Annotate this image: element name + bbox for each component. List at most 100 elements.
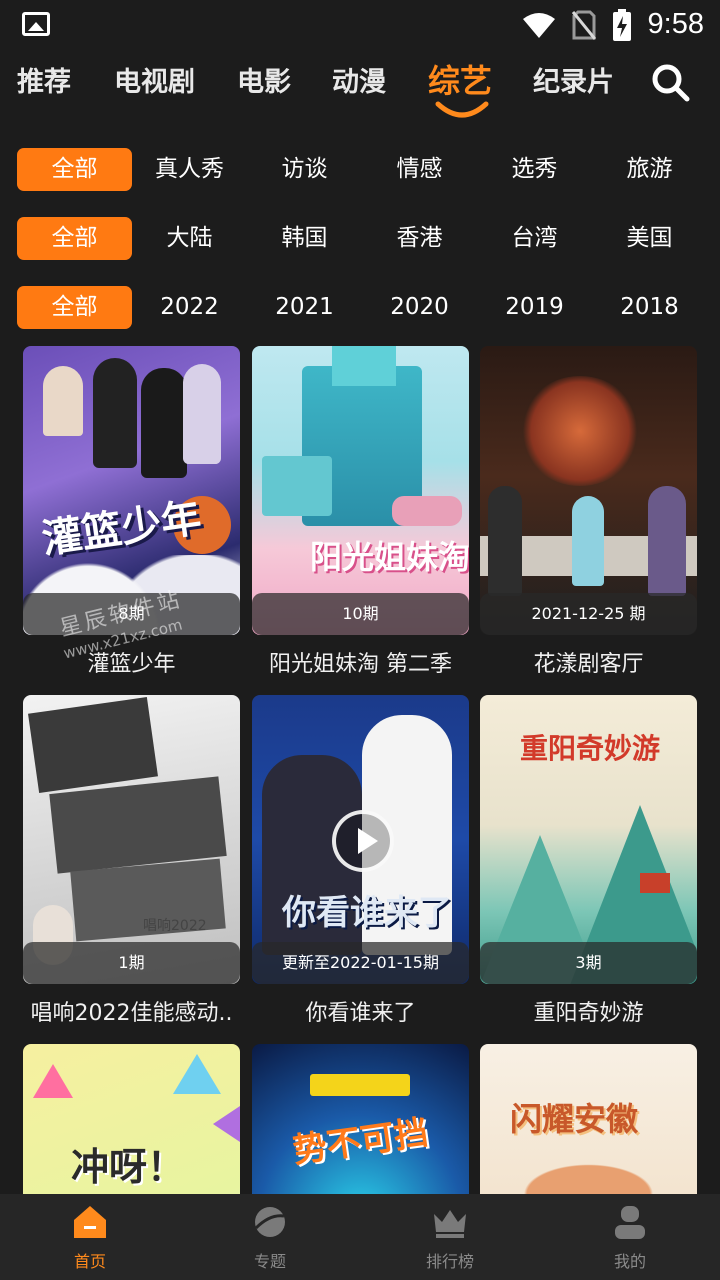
person-figure <box>93 358 137 468</box>
play-icon[interactable] <box>332 810 394 872</box>
show-card[interactable]: 2021-12-25 期 花漾剧客厅 <box>480 346 697 677</box>
filter-region-mainland[interactable]: 大陆 <box>132 217 247 260</box>
show-card[interactable]: 势不可挡 <box>252 1044 469 1194</box>
bottom-nav-label: 专题 <box>253 1252 286 1271</box>
bottom-nav-ranking[interactable]: 排行榜 <box>360 1194 540 1280</box>
bottom-nav-label: 排行榜 <box>425 1252 474 1271</box>
bottom-nav-profile[interactable]: 我的 <box>540 1194 720 1280</box>
filter-year-2022[interactable]: 2022 <box>132 286 247 329</box>
poster-title-art: 闪耀安徽 <box>510 1100 639 1138</box>
bottom-nav-label: 首页 <box>73 1252 106 1271</box>
bottom-nav-topics[interactable]: 专题 <box>180 1194 360 1280</box>
poster-image[interactable]: 2021-12-25 期 <box>480 346 697 635</box>
category-tabs: 推荐 电视剧 电影 动漫 综艺 纪录片 <box>0 56 720 120</box>
show-title: 重阳奇妙游 <box>533 1001 644 1026</box>
filter-row-region: 全部 大陆 韩国 香港 台湾 美国 <box>17 217 707 261</box>
show-card[interactable]: 冲呀！ <box>23 1044 240 1194</box>
filter-year-2018[interactable]: 2018 <box>592 286 707 329</box>
filter-type-talent[interactable]: 选秀 <box>477 148 592 191</box>
episode-badge: 3期 <box>480 942 697 984</box>
show-title: 花漾剧客厅 <box>533 652 644 677</box>
episode-badge: 2021-12-25 期 <box>480 593 697 635</box>
show-card[interactable]: 你看谁来了 更新至2022-01-15期 你看谁来了 <box>252 695 469 1026</box>
show-title: 灌篮少年 <box>87 652 176 677</box>
show-card[interactable]: 阳光姐妹淘 10期 阳光姐妹淘 第二季 <box>252 346 469 677</box>
filter-region-taiwan[interactable]: 台湾 <box>477 217 592 260</box>
filter-type-travel[interactable]: 旅游 <box>592 148 707 191</box>
tab-documentary[interactable]: 纪录片 <box>533 60 614 99</box>
poster-title-art: 唱响2022 <box>143 918 207 934</box>
episode-badge: 1期 <box>23 942 240 984</box>
person-figure <box>488 486 522 596</box>
battery-charging-icon <box>612 8 631 41</box>
poster-title-art: 重阳奇妙游 <box>520 732 661 765</box>
poster-title-art: 你看谁来了 <box>282 893 452 933</box>
filter-region-hongkong[interactable]: 香港 <box>362 217 477 260</box>
episode-badge: 10期 <box>252 593 469 635</box>
poster-image[interactable]: 唱响2022 1期 <box>23 695 240 984</box>
pavilion-graphic <box>640 873 670 893</box>
tab-tv-series[interactable]: 电视剧 <box>114 60 195 99</box>
bottom-navigation: 首页 专题 排行榜 我的 <box>0 1194 720 1280</box>
clock: 9:58 <box>647 8 704 40</box>
wifi-icon <box>522 12 555 38</box>
tab-movies[interactable]: 电影 <box>237 60 291 99</box>
filter-type-all[interactable]: 全部 <box>17 148 132 191</box>
show-card[interactable]: 重阳奇妙游 3期 重阳奇妙游 <box>480 695 697 1026</box>
poster-image[interactable]: 灌篮少年 8期 <box>23 346 240 635</box>
arch-graphic <box>480 1144 697 1194</box>
tree-graphic <box>520 376 640 486</box>
tab-variety[interactable]: 综艺 <box>428 56 492 102</box>
filter-region-usa[interactable]: 美国 <box>592 217 707 260</box>
brand-logo <box>310 1074 410 1096</box>
filter-year-2019[interactable]: 2019 <box>477 286 592 329</box>
confetti-shape <box>33 1064 73 1098</box>
show-card[interactable]: 闪耀安徽 <box>480 1044 697 1194</box>
search-icon[interactable] <box>650 62 690 102</box>
episode-badge: 8期 <box>23 593 240 635</box>
status-icons: 9:58 <box>522 8 704 41</box>
show-card[interactable]: 灌篮少年 8期 灌篮少年 <box>23 346 240 677</box>
poster-title-art: 阳光姐妹淘 <box>310 538 469 576</box>
show-grid: 灌篮少年 8期 灌篮少年 阳光姐妹淘 10期 阳光姐妹淘 第二季 2021-12… <box>23 346 697 1194</box>
poster-image[interactable]: 冲呀！ <box>23 1044 240 1194</box>
gallery-notification-icon <box>22 12 50 36</box>
status-bar: 9:58 <box>0 0 720 50</box>
building-graphic <box>332 346 396 386</box>
poster-image[interactable]: 阳光姐妹淘 10期 <box>252 346 469 635</box>
photo-strip <box>49 776 227 874</box>
filter-type-talk[interactable]: 访谈 <box>247 148 362 191</box>
poster-image[interactable]: 闪耀安徽 <box>480 1044 697 1194</box>
show-title: 你看谁来了 <box>305 1001 416 1026</box>
photo-strip <box>28 697 158 793</box>
filter-year-all[interactable]: 全部 <box>17 286 132 329</box>
poster-title-art: 冲呀！ <box>71 1145 186 1189</box>
filter-type-emotion[interactable]: 情感 <box>362 148 477 191</box>
poster-image[interactable]: 你看谁来了 更新至2022-01-15期 <box>252 695 469 984</box>
filter-row-year: 全部 2022 2021 2020 2019 2018 <box>17 286 707 330</box>
show-card[interactable]: 唱响2022 1期 唱响2022佳能感动.. <box>23 695 240 1026</box>
filter-type-reality[interactable]: 真人秀 <box>132 148 247 191</box>
show-title: 唱响2022佳能感动.. <box>30 1001 233 1026</box>
car-graphic <box>392 496 462 526</box>
confetti-shape <box>213 1104 240 1144</box>
person-figure <box>183 364 221 464</box>
filter-year-2021[interactable]: 2021 <box>247 286 362 329</box>
tab-anime[interactable]: 动漫 <box>332 60 386 99</box>
bottom-nav-home[interactable]: 首页 <box>0 1194 180 1280</box>
building-graphic <box>262 456 332 516</box>
filter-year-2020[interactable]: 2020 <box>362 286 477 329</box>
crown-icon <box>434 1210 466 1238</box>
person-figure <box>648 486 686 596</box>
tab-recommend[interactable]: 推荐 <box>17 60 71 99</box>
poster-image[interactable]: 重阳奇妙游 3期 <box>480 695 697 984</box>
poster-image[interactable]: 势不可挡 <box>252 1044 469 1194</box>
no-sim-icon <box>571 10 596 40</box>
filter-row-type: 全部 真人秀 访谈 情感 选秀 旅游 <box>17 148 707 192</box>
filter-region-korea[interactable]: 韩国 <box>247 217 362 260</box>
bottom-nav-label: 我的 <box>613 1252 646 1271</box>
filter-region-all[interactable]: 全部 <box>17 217 132 260</box>
poster-title-art: 势不可挡 <box>290 1112 431 1172</box>
confetti-shape <box>173 1054 221 1094</box>
home-icon <box>74 1206 106 1238</box>
